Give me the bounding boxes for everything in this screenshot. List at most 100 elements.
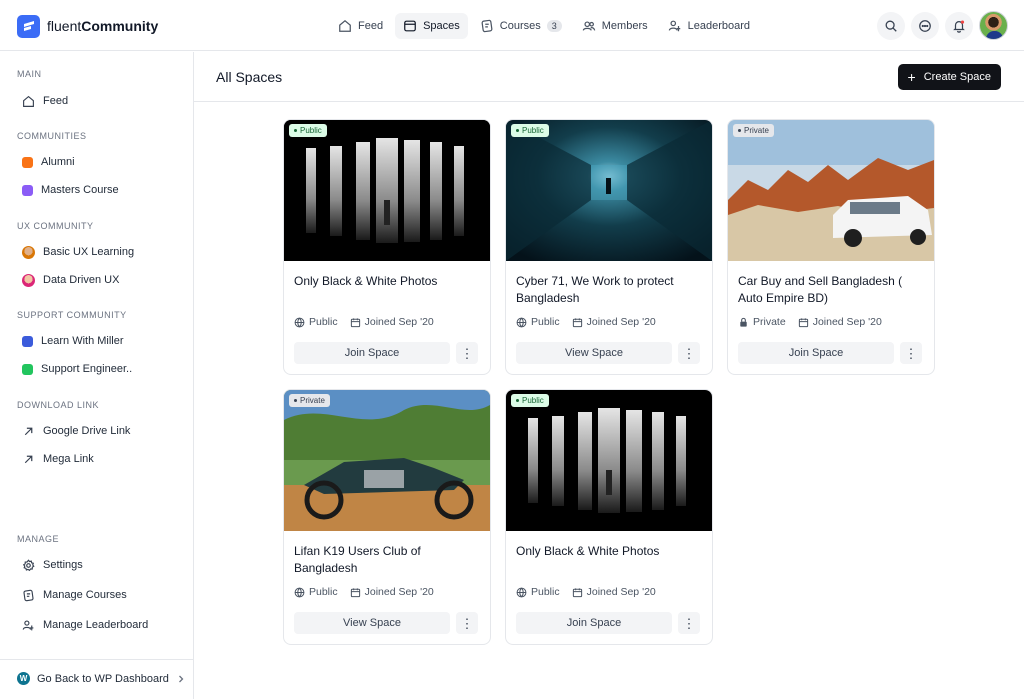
sidebar-footer: W Go Back to WP Dashboard — [0, 659, 193, 699]
search-button[interactable] — [877, 11, 905, 40]
space-meta: Public Joined Sep '20 — [294, 586, 434, 598]
more-options-button[interactable]: ⋮ — [900, 342, 922, 364]
space-title: Lifan K19 Users Club of Bangladesh — [294, 544, 421, 575]
sidebar-item-settings[interactable]: Settings — [22, 556, 83, 574]
space-color-icon — [22, 363, 33, 375]
space-card[interactable]: Public Cyber 71, We Work to protect Bang… — [505, 119, 713, 375]
section-title-download: DOWNLOAD LINK — [17, 400, 100, 410]
space-avatar-icon — [22, 245, 35, 259]
calendar-icon — [572, 587, 582, 597]
courses-icon — [23, 589, 34, 601]
leaderboard-icon — [668, 20, 680, 32]
kebab-icon: ⋮ — [682, 345, 696, 361]
nav-courses[interactable]: Courses 3 — [472, 13, 570, 39]
brand-logo-icon — [17, 14, 40, 38]
space-title: Only Black & White Photos — [294, 274, 438, 288]
space-card[interactable]: Private Lifan K19 Users Club of Banglade… — [283, 389, 491, 645]
calendar-icon — [350, 317, 360, 327]
courses-icon — [481, 19, 493, 33]
privacy-badge: Private — [289, 394, 330, 407]
search-icon — [885, 20, 897, 32]
sidebar-item-manage-courses[interactable]: Manage Courses — [22, 586, 127, 604]
space-card[interactable]: Private Car Buy and Sell Bangladesh ( Au… — [727, 119, 935, 375]
privacy-badge: Public — [511, 394, 549, 407]
join-space-button[interactable]: Join Space — [516, 612, 672, 634]
space-cover-image — [506, 390, 712, 531]
sidebar-item-feed[interactable]: Feed — [22, 92, 68, 110]
sidebar-item-data-driven-ux[interactable]: Data Driven UX — [22, 271, 119, 289]
wordpress-icon: W — [17, 672, 30, 685]
privacy-badge: Private — [733, 124, 774, 137]
section-title-communities: COMMUNITIES — [17, 131, 87, 141]
space-color-icon — [22, 156, 33, 168]
space-color-icon — [22, 335, 33, 347]
calendar-icon — [572, 317, 582, 327]
space-color-icon — [22, 184, 33, 196]
privacy-badge: Public — [511, 124, 549, 137]
space-card[interactable]: Public Only Black & White Photos Public … — [283, 119, 491, 375]
kebab-icon: ⋮ — [904, 345, 918, 361]
more-options-button[interactable]: ⋮ — [456, 342, 478, 364]
kebab-icon: ⋮ — [460, 615, 474, 631]
chevron-right-icon — [178, 675, 184, 682]
view-space-button[interactable]: View Space — [516, 342, 672, 364]
sidebar-item-alumni[interactable]: Alumni — [22, 153, 75, 171]
space-cover-image — [506, 120, 712, 261]
privacy-badge: Public — [289, 124, 327, 137]
brand-logo[interactable]: fluentCommunity — [17, 13, 158, 39]
more-options-button[interactable]: ⋮ — [678, 612, 700, 634]
kebab-icon: ⋮ — [682, 615, 696, 631]
space-card[interactable]: Public Only Black & White Photos Public … — [505, 389, 713, 645]
view-space-button[interactable]: View Space — [294, 612, 450, 634]
sidebar-item-support-engineer[interactable]: Support Engineer.. — [22, 360, 132, 378]
plus-icon: + — [907, 69, 916, 85]
external-link-arrow-icon — [24, 427, 33, 435]
kebab-icon: ⋮ — [460, 345, 474, 361]
calendar-icon — [350, 587, 360, 597]
sidebar-item-basic-ux[interactable]: Basic UX Learning — [22, 243, 134, 261]
notifications-button[interactable] — [945, 11, 973, 40]
top-bar: fluentCommunity Feed Spaces Courses 3 Me… — [0, 0, 1024, 51]
external-link-arrow-icon — [24, 455, 33, 463]
globe-icon — [516, 587, 527, 597]
join-space-button[interactable]: Join Space — [294, 342, 450, 364]
courses-count-badge: 3 — [546, 20, 562, 32]
sidebar-item-learn-with-miller[interactable]: Learn With Miller — [22, 332, 124, 350]
bell-icon — [953, 19, 965, 33]
leaderboard-icon — [22, 619, 34, 630]
space-meta: Public Joined Sep '20 — [516, 316, 656, 328]
create-space-button[interactable]: + Create Space — [897, 64, 1001, 90]
sidebar-item-masters-course[interactable]: Masters Course — [22, 181, 119, 199]
messages-button[interactable] — [911, 11, 939, 40]
space-title: Cyber 71, We Work to protect Bangladesh — [516, 274, 674, 305]
main-nav: Feed Spaces Courses 3 Members Leaderboar… — [330, 13, 758, 39]
join-space-button[interactable]: Join Space — [738, 342, 894, 364]
space-meta: Public Joined Sep '20 — [294, 316, 434, 328]
nav-spaces[interactable]: Spaces — [395, 13, 468, 39]
page-title: All Spaces — [216, 69, 283, 85]
space-title: Only Black & White Photos — [516, 544, 660, 558]
sidebar-item-mega-link[interactable]: Mega Link — [22, 450, 94, 468]
space-title: Car Buy and Sell Bangladesh ( Auto Empir… — [738, 274, 903, 305]
more-options-button[interactable]: ⋮ — [678, 342, 700, 364]
lock-icon — [740, 317, 747, 327]
main-header: All Spaces + Create Space — [194, 52, 1024, 102]
gear-icon — [22, 558, 35, 571]
globe-icon — [294, 587, 305, 597]
nav-feed[interactable]: Feed — [330, 13, 391, 39]
user-avatar[interactable] — [979, 11, 1008, 40]
sidebar-item-google-drive[interactable]: Google Drive Link — [22, 422, 130, 440]
chat-icon — [919, 19, 931, 32]
back-to-wp-dashboard-link[interactable]: W Go Back to WP Dashboard — [17, 672, 186, 685]
globe-icon — [294, 317, 305, 327]
members-icon — [582, 21, 596, 31]
brand-name: fluentCommunity — [47, 18, 159, 34]
space-meta: Public Joined Sep '20 — [516, 586, 656, 598]
more-options-button[interactable]: ⋮ — [456, 612, 478, 634]
nav-leaderboard[interactable]: Leaderboard — [660, 13, 758, 39]
space-avatar-icon — [22, 273, 35, 287]
sidebar-item-manage-leaderboard[interactable]: Manage Leaderboard — [22, 616, 148, 634]
nav-members[interactable]: Members — [574, 13, 656, 39]
calendar-icon — [798, 317, 808, 327]
section-title-main: MAIN — [17, 69, 42, 79]
